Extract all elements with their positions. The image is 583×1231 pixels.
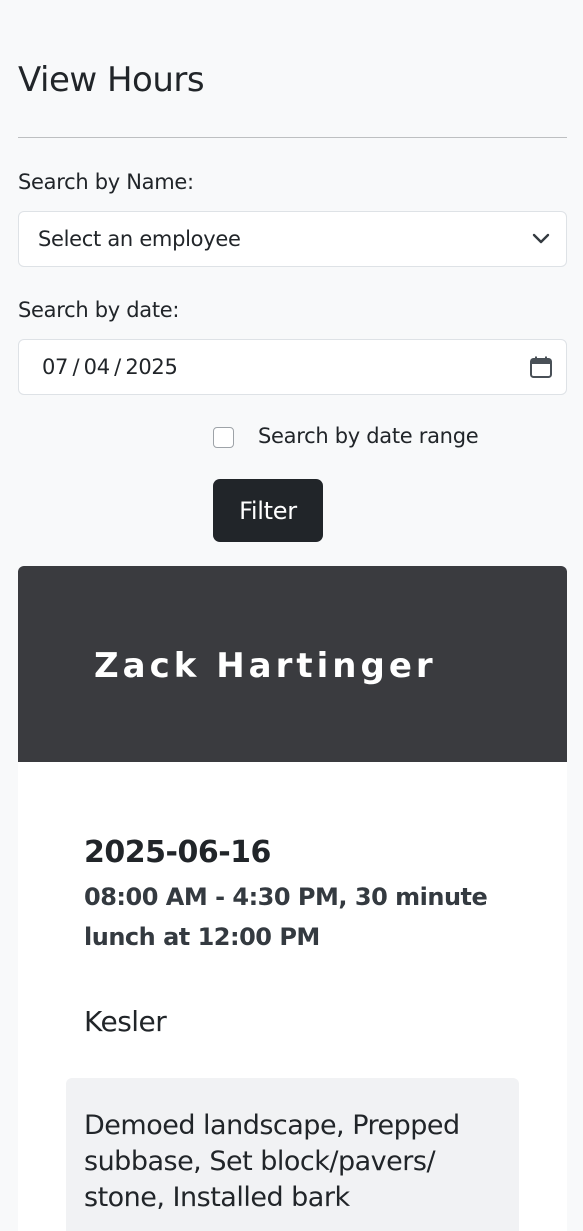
- date-day: 04: [83, 355, 110, 379]
- employee-name: Zack Hartinger: [94, 646, 437, 686]
- entry-date: 2025-06-16: [84, 835, 271, 870]
- employee-select-value: Select an employee: [38, 227, 241, 251]
- employee-card-header: Zack Hartinger: [18, 566, 567, 762]
- date-year: 2025: [125, 355, 178, 379]
- date-month: 07: [42, 355, 69, 379]
- filter-button[interactable]: Filter: [213, 479, 323, 542]
- date-filter-label: Search by date:: [18, 298, 180, 322]
- date-input[interactable]: 07 / 04 / 2025: [18, 339, 567, 395]
- entry-time-summary: 08:00 AM - 4:30 PM, 30 minute lunch at 1…: [84, 883, 488, 951]
- date-input-value: 07 / 04 / 2025: [42, 355, 178, 379]
- calendar-icon[interactable]: [516, 355, 566, 379]
- page-title: View Hours: [18, 60, 205, 100]
- name-filter-label: Search by Name:: [18, 170, 194, 194]
- employee-card: Zack Hartinger 2025-06-16 08:00 AM - 4:3…: [18, 566, 567, 1231]
- date-range-checkbox[interactable]: [213, 427, 234, 448]
- chevron-down-icon: [516, 233, 566, 245]
- entry-location: Kesler: [84, 1005, 167, 1038]
- entry-notes: Demoed landscape, Prepped subbase, Set b…: [66, 1078, 519, 1231]
- title-divider: [18, 137, 567, 138]
- employee-select[interactable]: Select an employee: [18, 211, 567, 267]
- date-range-checkbox-label[interactable]: Search by date range: [258, 424, 479, 448]
